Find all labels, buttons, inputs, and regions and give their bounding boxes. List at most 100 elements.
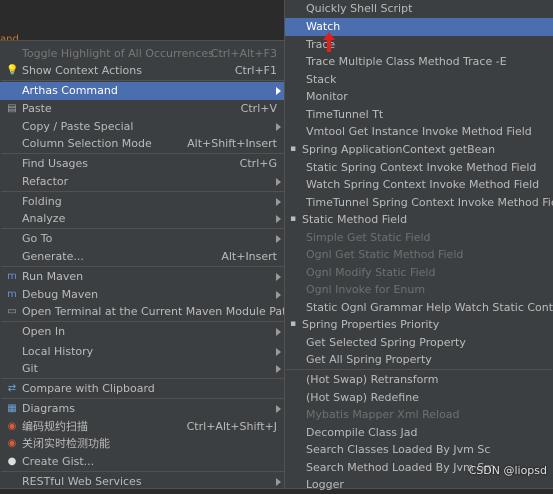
submenu-item-static-method-field[interactable]: ▪ Static Method Field — [285, 211, 553, 229]
submenu-item-spring-properties-priority[interactable]: ▪ Spring Properties Priority — [285, 316, 553, 334]
submenu-item-label: Simple Get Static Field — [306, 231, 431, 244]
menu-item-shortcut: Ctrl+V — [240, 102, 277, 115]
submenu-item-watch-spring-context-invoke-method-field[interactable]: Watch Spring Context Invoke Method Field — [285, 176, 553, 194]
menu-item-open-terminal-at-the-current-maven-module-path[interactable]: ▭ Open Terminal at the Current Maven Modu… — [0, 303, 293, 321]
red-arrow-annotation — [323, 32, 335, 52]
menu-item-paste[interactable]: ▤ Paste Ctrl+V — [0, 100, 285, 118]
submenu-item-get-selected-spring-property[interactable]: Get Selected Spring Property — [285, 334, 553, 352]
menu-item-label: RESTful Web Services — [22, 475, 142, 488]
menu-item-diagrams[interactable]: ▦ Diagrams — [0, 400, 285, 418]
submenu-item-logger[interactable]: Logger — [285, 476, 553, 494]
submenu-item-label: Logger — [306, 478, 344, 491]
submenu-item-timetunnel-spring-context-invoke-method-field[interactable]: TimeTunnel Spring Context Invoke Method … — [285, 194, 553, 212]
submenu-item-label: Stack — [306, 73, 337, 86]
submenu-item-vmtool-get-instance-invoke-method-field[interactable]: Vmtool Get Instance Invoke Method Field — [285, 123, 553, 141]
submenu-item-label: Decompile Class Jad — [306, 426, 418, 439]
menu-item-compare-with-clipboard[interactable]: ⇄ Compare with Clipboard — [0, 380, 285, 398]
detect-icon: ◉ — [7, 438, 17, 449]
menu-item-shortcut: Alt+Insert — [221, 250, 277, 263]
submenu-item-monitor[interactable]: Monitor — [285, 88, 553, 106]
menu-item-find-usages[interactable]: Find Usages Ctrl+G — [0, 155, 285, 173]
submenu-arrow-icon — [276, 87, 281, 95]
submenu-item-ognl-modify-static-field[interactable]: Ognl Modify Static Field — [285, 264, 553, 282]
menu-item-local-history[interactable]: Local History — [0, 343, 285, 361]
menu-item-label: Open In — [22, 325, 66, 338]
submenu-item-hot-swap-retransform[interactable]: (Hot Swap) Retransform — [285, 371, 553, 389]
submenu-item-get-all-spring-property[interactable]: Get All Spring Property — [285, 351, 553, 369]
menu-item-git[interactable]: Git — [0, 360, 285, 378]
menu-item-restful-web-services[interactable]: RESTful Web Services — [0, 473, 285, 491]
menu-item-label: Diagrams — [22, 402, 75, 415]
menu-separator — [286, 369, 552, 370]
menu-item-run-maven[interactable]: m Run Maven — [0, 268, 285, 286]
submenu-item-mybatis-mapper-xml-reload[interactable]: Mybatis Mapper Xml Reload — [285, 406, 553, 424]
submenu-item-label: (Hot Swap) Redefine — [306, 391, 419, 404]
menu-item-item-21[interactable]: ◉ 关闭实时检测功能 — [0, 435, 285, 453]
menu-item-show-context-actions[interactable]: 💡 Show Context Actions Ctrl+F1 — [0, 62, 285, 80]
paste-icon: ▤ — [7, 103, 17, 114]
submenu-arrow-icon — [276, 215, 281, 223]
menu-separator — [1, 471, 284, 472]
submenu-item-static-ognl-grammar-help-watch-static-content[interactable]: Static Ognl Grammar Help Watch Static Co… — [285, 299, 553, 317]
menu-item-label: Create Gist... — [22, 455, 95, 468]
maven-run-icon: m — [7, 271, 17, 282]
submenu-item-label: Trace Multiple Class Method Trace -E — [306, 55, 507, 68]
submenu-item-label: (Hot Swap) Retransform — [306, 373, 439, 386]
menu-item-label: Generate... — [22, 250, 84, 263]
menu-item-label: 关闭实时检测功能 — [22, 437, 110, 450]
menu-item-label: Git — [22, 362, 38, 375]
menu-item-copy-paste-special[interactable]: Copy / Paste Special — [0, 118, 285, 136]
menu-item-label: Run Maven — [22, 270, 84, 283]
submenu-item-search-classes-loaded-by-jvm-sc[interactable]: Search Classes Loaded By Jvm Sc — [285, 441, 553, 459]
menu-item-label: Local History — [22, 345, 94, 358]
maven-debug-icon: m — [7, 289, 17, 300]
menu-item-refactor[interactable]: Refactor — [0, 173, 285, 191]
menu-item-toggle-highlight-of-all-occurrences[interactable]: Toggle Highlight of All Occurrences Ctrl+… — [0, 45, 285, 63]
submenu-item-spring-applicationcontext-getbean[interactable]: ▪ Spring ApplicationContext getBean — [285, 141, 553, 159]
submenu-item-timetunnel-tt[interactable]: TimeTunnel Tt — [285, 106, 553, 124]
arthas-command-submenu: Quickly Shell Script Watch Trace Trace Mult… — [284, 0, 553, 491]
section-bullet-icon: ▪ — [290, 214, 297, 224]
submenu-item-label: Ognl Modify Static Field — [306, 266, 436, 279]
submenu-arrow-icon — [276, 328, 281, 336]
submenu-item-stack[interactable]: Stack — [285, 71, 553, 89]
watermark: CSDN @liopsd — [468, 464, 547, 477]
diagram-icon: ▦ — [7, 403, 17, 414]
submenu-item-quickly-shell-script[interactable]: Quickly Shell Script — [285, 0, 553, 18]
submenu-arrow-icon — [276, 198, 281, 206]
submenu-arrow-icon — [276, 348, 281, 356]
menu-item-arthas-command[interactable]: Arthas Command — [0, 82, 285, 100]
submenu-item-static-spring-context-invoke-method-field[interactable]: Static Spring Context Invoke Method Fiel… — [285, 159, 553, 177]
submenu-item-ognl-get-static-method-field[interactable]: Ognl Get Static Method Field — [285, 246, 553, 264]
menu-item-shortcut: Ctrl+Alt+F3 — [210, 47, 277, 60]
submenu-item-label: Static Spring Context Invoke Method Fiel… — [306, 161, 537, 174]
submenu-item-label: Monitor — [306, 90, 348, 103]
submenu-arrow-icon — [276, 273, 281, 281]
terminal-icon: ▭ — [7, 306, 17, 317]
menu-item-label: Analyze — [22, 212, 66, 225]
submenu-item-trace-multiple-class-method-trace-e[interactable]: Trace Multiple Class Method Trace -E — [285, 53, 553, 71]
submenu-arrow-icon — [276, 123, 281, 131]
menu-item-debug-maven[interactable]: m Debug Maven — [0, 286, 285, 304]
menu-separator — [1, 153, 284, 154]
menu-item-column-selection-mode[interactable]: Column Selection Mode Alt+Shift+Insert — [0, 135, 285, 153]
menu-item-create-gist[interactable]: ● Create Gist... — [0, 453, 285, 471]
menu-item-generate[interactable]: Generate... Alt+Insert — [0, 248, 285, 266]
menu-item-folding[interactable]: Folding — [0, 193, 285, 211]
submenu-item-label: Spring ApplicationContext getBean — [302, 143, 496, 156]
submenu-item-simple-get-static-field[interactable]: Simple Get Static Field — [285, 229, 553, 247]
menu-item-open-in[interactable]: Open In — [0, 323, 285, 341]
submenu-item-ognl-invoke-for-enum[interactable]: Ognl Invoke for Enum — [285, 281, 553, 299]
menu-item-go-to[interactable]: Go To — [0, 230, 285, 248]
scan-icon: ◉ — [7, 421, 17, 432]
menu-item-analyze[interactable]: Analyze — [0, 210, 285, 228]
menu-item-item-20[interactable]: ◉ 编码规约扫描 Ctrl+Alt+Shift+J — [0, 418, 285, 436]
menu-separator — [1, 228, 284, 229]
bulb-icon: 💡 — [6, 65, 19, 76]
menu-item-label: Refactor — [22, 175, 69, 188]
submenu-item-label: TimeTunnel Tt — [306, 108, 384, 121]
menu-item-label: Compare with Clipboard — [22, 382, 155, 395]
submenu-item-hot-swap-redefine[interactable]: (Hot Swap) Redefine — [285, 389, 553, 407]
submenu-item-decompile-class-jad[interactable]: Decompile Class Jad — [285, 424, 553, 442]
submenu-arrow-icon — [276, 291, 281, 299]
